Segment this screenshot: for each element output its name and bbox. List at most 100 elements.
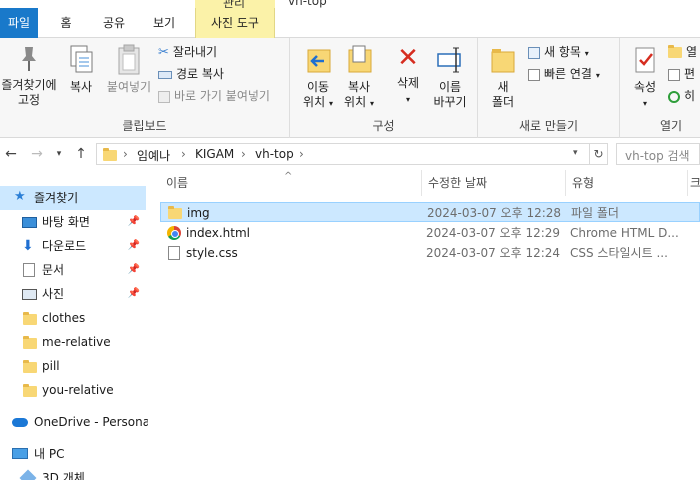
- nav-folder-you-relative[interactable]: you-relative: [0, 378, 146, 402]
- address-row: ← → ▾ ↑ › 임예나 › KIGAM › vh-top › ▾ ↻ vh-…: [0, 139, 700, 169]
- pin-icon: 📌: [127, 240, 140, 251]
- chevron-down-icon: ▾: [56, 149, 62, 159]
- copy-to-icon: [348, 45, 372, 73]
- onedrive-icon: [12, 418, 28, 427]
- rename-button[interactable]: 이름 바꾸기: [430, 44, 470, 110]
- edit-button[interactable]: 편: [668, 64, 695, 84]
- file-row[interactable]: style.css 2024-03-07 오후 12:24 CSS 스타일시트 …: [160, 243, 700, 263]
- clipboard-group-label: 클립보드: [122, 119, 167, 133]
- tab-picture-tools[interactable]: 사진 도구: [195, 8, 275, 38]
- breadcrumb-item[interactable]: 임예나: [137, 147, 170, 164]
- file-row[interactable]: img 2024-03-07 오후 12:28 파일 폴더: [160, 202, 700, 222]
- column-header-size[interactable]: 크: [688, 170, 700, 196]
- window-title: vh-top: [288, 0, 327, 8]
- file-name: style.css: [186, 246, 238, 260]
- breadcrumb-separator-icon: ›: [299, 147, 304, 161]
- organize-group-label: 구성: [372, 119, 395, 133]
- delete-button[interactable]: ✕ 삭제 ▾: [388, 44, 428, 107]
- nav-3d-objects[interactable]: 3D 개체: [0, 466, 146, 480]
- paste-shortcut-icon: [158, 90, 170, 103]
- nav-documents[interactable]: 문서 📌: [0, 258, 146, 282]
- copy-button[interactable]: 복사: [64, 44, 98, 95]
- address-folder-icon: [103, 148, 117, 161]
- folder-icon: [23, 312, 37, 325]
- properties-button[interactable]: 속성 ▾: [628, 44, 662, 111]
- pin-to-quick-access-button[interactable]: 즐겨찾기에 고정: [0, 44, 62, 108]
- tab-file[interactable]: 파일: [0, 8, 38, 38]
- open-group: 속성 ▾ 열 편 히 열기: [620, 38, 700, 138]
- nav-downloads[interactable]: ⬇ 다운로드 📌: [0, 234, 146, 258]
- tab-view[interactable]: 보기: [144, 8, 184, 38]
- tab-home[interactable]: 홈: [48, 8, 84, 38]
- up-button[interactable]: ↑: [72, 145, 90, 163]
- copy-to-button[interactable]: 복사 위치 ▾: [340, 44, 378, 111]
- forward-button[interactable]: →: [28, 145, 46, 163]
- pin-icon: 📌: [127, 216, 140, 227]
- new-item-button[interactable]: 새 항목 ▾: [528, 42, 589, 62]
- history-icon: [668, 90, 680, 103]
- back-button[interactable]: ←: [2, 145, 20, 163]
- rename-icon: [437, 47, 461, 73]
- address-dropdown-icon[interactable]: ▾: [573, 148, 578, 158]
- nav-folder-pill[interactable]: pill: [0, 354, 146, 378]
- css-file-icon: [168, 246, 180, 260]
- address-bar[interactable]: › 임예나 › KIGAM › vh-top › ▾: [96, 143, 590, 165]
- open-folder-icon: [668, 45, 682, 58]
- pc-icon: [12, 448, 28, 459]
- nav-pictures[interactable]: 사진 📌: [0, 282, 146, 306]
- scissors-icon: ✂: [158, 44, 169, 60]
- new-folder-icon: [491, 49, 515, 73]
- file-name: index.html: [186, 226, 250, 240]
- nav-quick-access[interactable]: ★ 즐겨찾기: [0, 186, 146, 210]
- breadcrumb-item[interactable]: KIGAM: [195, 147, 234, 161]
- paste-shortcut-button: 바로 가기 붙여넣기: [158, 86, 270, 106]
- nav-folder-clothes[interactable]: clothes: [0, 306, 146, 330]
- breadcrumb-separator-icon: ›: [181, 147, 186, 161]
- pin-icon: 📌: [127, 264, 140, 275]
- ribbon-tabs: 파일 홈 공유 보기 사진 도구: [0, 8, 700, 38]
- file-date: 2024-03-07 오후 12:28: [427, 206, 562, 220]
- edit-icon: [668, 68, 680, 81]
- breadcrumb-separator-icon: ›: [123, 147, 128, 161]
- tab-share[interactable]: 공유: [94, 8, 134, 38]
- up-arrow-icon: ↑: [75, 146, 87, 162]
- sort-ascending-icon: ^: [284, 171, 293, 182]
- easy-access-button[interactable]: 빠른 연결 ▾: [528, 64, 600, 84]
- nav-onedrive[interactable]: OneDrive - Personal: [0, 410, 148, 434]
- navigation-pane: ★ 즐겨찾기 바탕 화면 📌 ⬇ 다운로드 📌 문서 📌 사진 📌 clothe…: [0, 170, 148, 480]
- breadcrumb-item[interactable]: vh-top: [255, 147, 294, 161]
- file-date: 2024-03-07 오후 12:24: [426, 246, 561, 260]
- breadcrumb-separator-icon: ›: [241, 147, 246, 161]
- clipboard-group: 즐겨찾기에 고정 복사 붙여넣기 ✂ 잘라내기 경로 복사 바로 가기 붙여넣기…: [0, 38, 290, 138]
- cut-button[interactable]: ✂ 잘라내기: [158, 42, 217, 62]
- move-to-icon: [307, 49, 331, 73]
- properties-icon: [635, 47, 655, 73]
- file-type: CSS 스타일시트 ...: [570, 246, 668, 260]
- folder-icon: [23, 360, 37, 373]
- file-list: 이름 ^ 수정한 날짜 유형 크 img 2024-03-07 오후 12:28…: [160, 170, 700, 480]
- nav-desktop[interactable]: 바탕 화면 📌: [0, 210, 146, 234]
- open-button[interactable]: 열: [668, 42, 697, 62]
- column-header-date-modified[interactable]: 수정한 날짜: [422, 170, 566, 196]
- desktop-icon: [22, 217, 37, 228]
- nav-this-pc[interactable]: 내 PC: [0, 442, 146, 466]
- pin-icon: 📌: [127, 288, 140, 299]
- column-header-type[interactable]: 유형: [566, 170, 688, 196]
- column-header-name[interactable]: 이름 ^: [160, 170, 422, 196]
- ribbon: 즐겨찾기에 고정 복사 붙여넣기 ✂ 잘라내기 경로 복사 바로 가기 붙여넣기…: [0, 38, 700, 138]
- history-button[interactable]: 히: [668, 86, 695, 106]
- refresh-button[interactable]: ↻: [590, 143, 608, 165]
- search-input[interactable]: vh-top 검색: [616, 143, 700, 165]
- 3d-objects-icon: [19, 469, 37, 480]
- move-to-button[interactable]: 이동 위치 ▾: [300, 44, 336, 111]
- copy-path-button[interactable]: 경로 복사: [158, 64, 224, 84]
- chrome-icon: [167, 226, 181, 240]
- new-folder-button[interactable]: 새 폴더: [486, 44, 520, 110]
- file-name: img: [187, 206, 210, 220]
- pin-icon: [22, 47, 36, 71]
- refresh-icon: ↻: [593, 147, 604, 161]
- nav-folder-me-relative[interactable]: me-relative: [0, 330, 146, 354]
- new-item-icon: [528, 46, 540, 59]
- file-row[interactable]: index.html 2024-03-07 오후 12:29 Chrome HT…: [160, 223, 700, 243]
- recent-locations-button[interactable]: ▾: [50, 145, 68, 163]
